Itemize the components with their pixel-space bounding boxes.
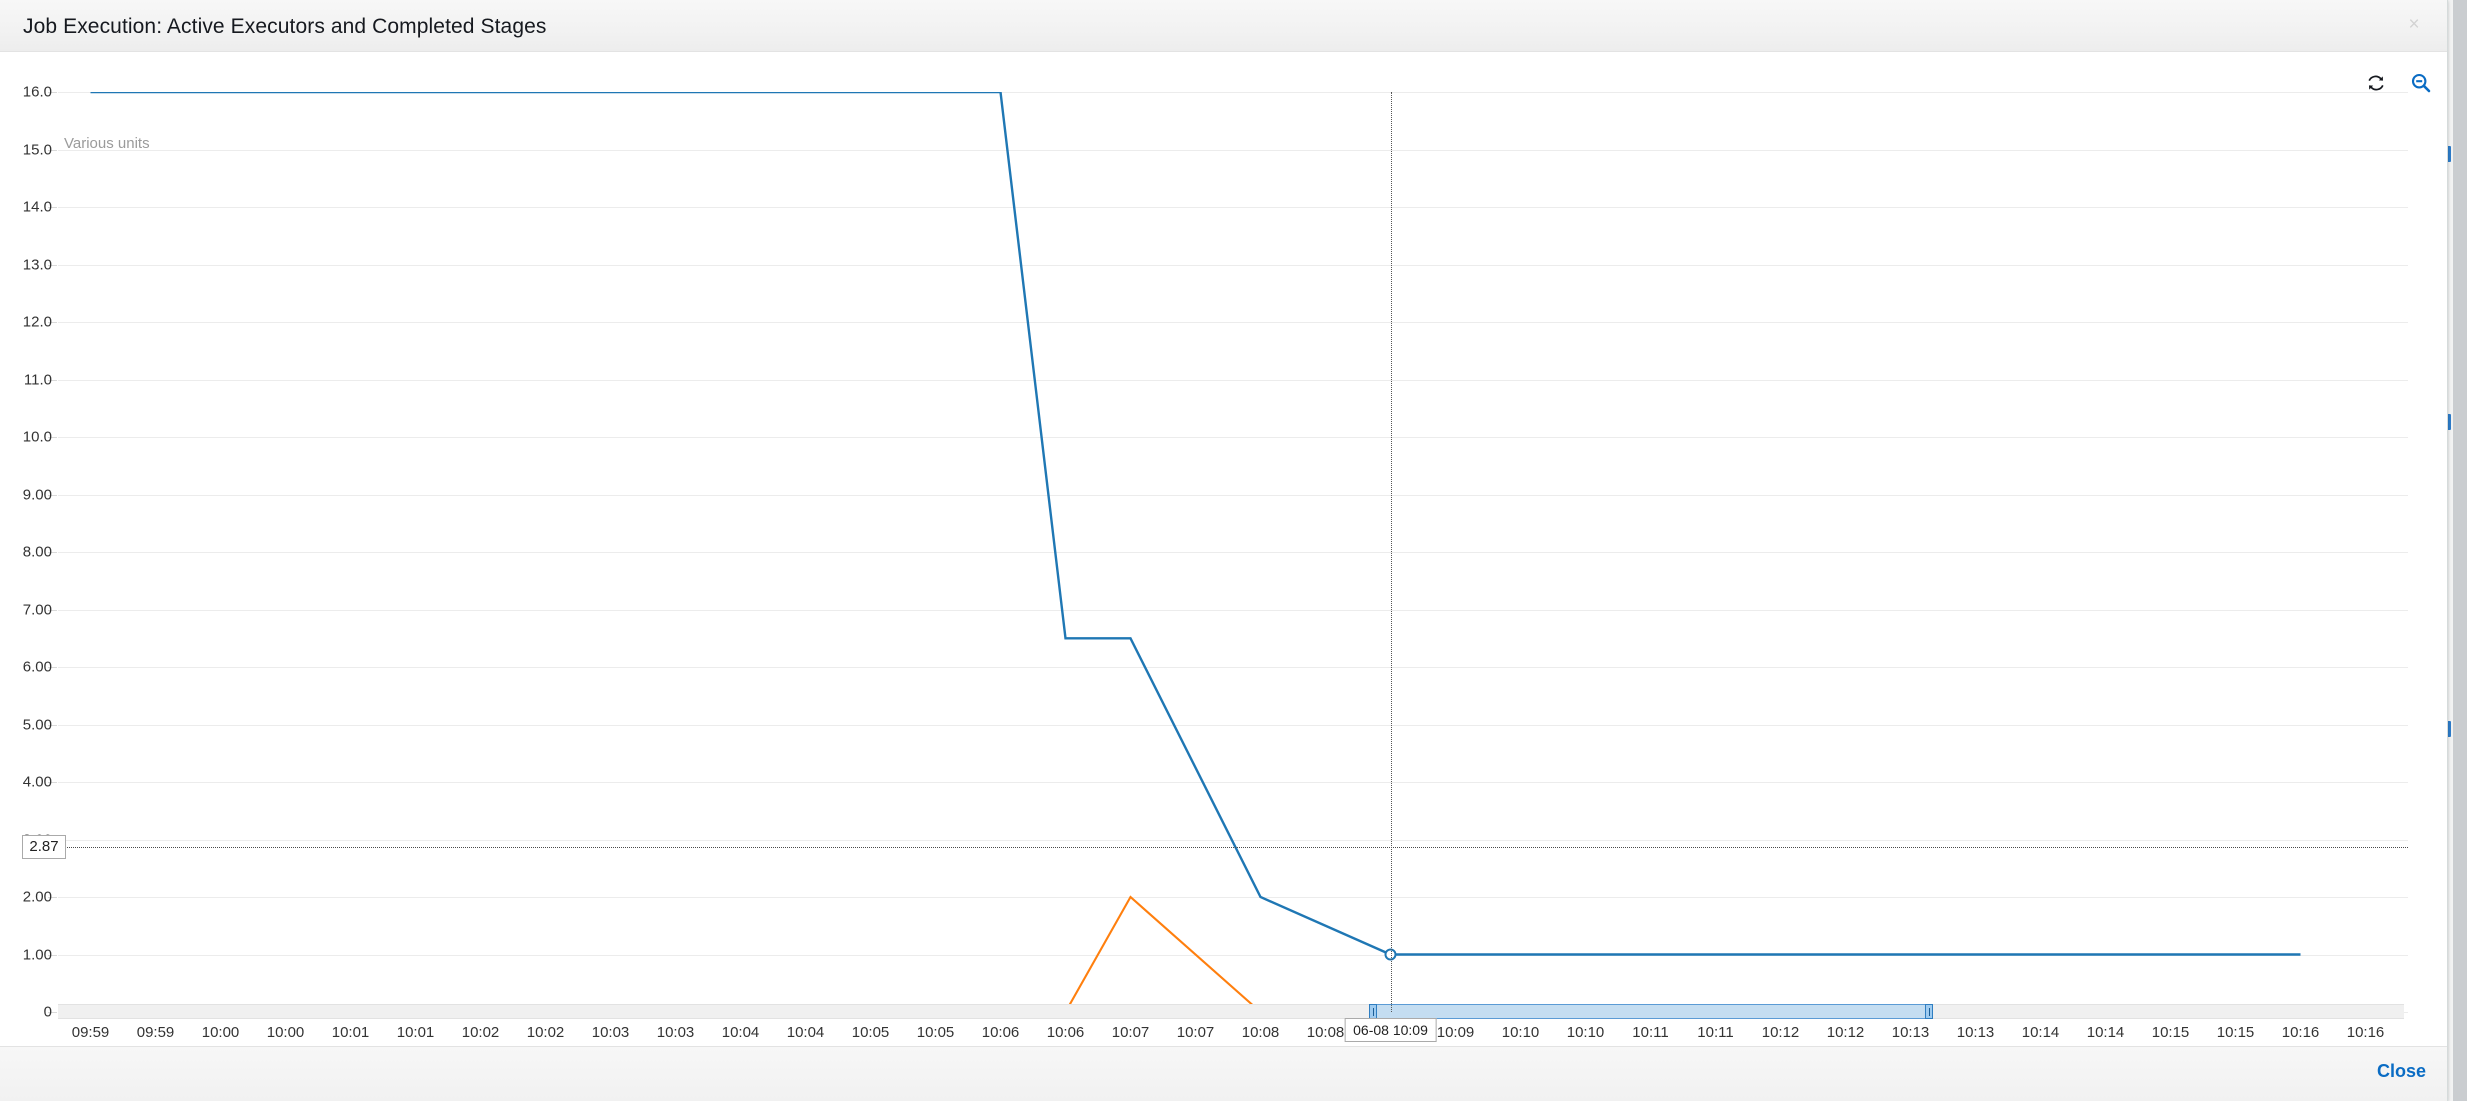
- x-tick-label: 10:15: [2151, 1024, 2190, 1041]
- x-tick-label: 10:12: [1761, 1024, 1800, 1041]
- x-tick-label: 10:08: [1306, 1024, 1345, 1041]
- y-tick-label: 7.00: [22, 601, 52, 618]
- x-tick-label: 10:16: [2281, 1024, 2320, 1041]
- x-tick-label: 10:06: [981, 1024, 1020, 1041]
- series-line-active-executors: [90, 92, 2301, 956]
- y-tick-label: 11.0: [23, 371, 52, 388]
- zoom-out-icon[interactable]: [2410, 72, 2432, 94]
- x-tick-label: 10:01: [331, 1024, 370, 1041]
- y-tick-label: 9.00: [22, 486, 52, 503]
- refresh-icon[interactable]: [2366, 73, 2386, 93]
- cursor-x-value-box: 06-08 10:09: [1344, 1018, 1437, 1042]
- x-tick-label: 09:59: [136, 1024, 175, 1041]
- y-tick-label: 1.00: [22, 946, 52, 963]
- x-tick-label: 10:00: [266, 1024, 305, 1041]
- y-tick-label: 14.0: [22, 198, 52, 216]
- series-layer: [90, 92, 2301, 1012]
- x-tick-label: 10:05: [851, 1024, 890, 1041]
- y-tick-label: 2.00: [22, 888, 52, 906]
- close-icon[interactable]: ×: [2401, 12, 2427, 38]
- cursor-y-value-box: 2.87: [22, 834, 66, 859]
- cursor-horizontal-line: [58, 846, 2408, 848]
- x-tick-label: 10:07: [1111, 1024, 1150, 1041]
- x-tick-label: 10:10: [1566, 1024, 1605, 1041]
- y-tick-label: 10.0: [22, 428, 52, 446]
- x-tick-label: 10:14: [2086, 1024, 2125, 1041]
- x-tick-label: 10:08: [1241, 1024, 1280, 1041]
- x-tick-label: 09:59: [71, 1024, 110, 1041]
- y-tick-label: 0: [43, 1003, 52, 1021]
- page-title: Job Execution: Active Executors and Comp…: [23, 15, 547, 38]
- chart-container: Various units 01.002.003.004.005.006.007…: [0, 52, 2447, 1046]
- x-tick-label: 10:14: [2021, 1024, 2060, 1041]
- chart-toolbar: [2366, 72, 2432, 94]
- x-tick-label: 10:01: [396, 1024, 435, 1041]
- x-tick-label: 10:16: [2346, 1024, 2385, 1041]
- x-tick-label: 10:11: [1632, 1024, 1669, 1041]
- x-tick-label: 10:02: [461, 1024, 500, 1041]
- y-tick-label: 5.00: [22, 716, 52, 733]
- x-tick-label: 10:11: [1697, 1024, 1734, 1041]
- x-tick-label: 10:03: [591, 1024, 630, 1041]
- cursor-vertical-line: [1390, 92, 1392, 1012]
- x-tick-label: 10:04: [721, 1024, 760, 1041]
- x-tick-label: 10:10: [1501, 1024, 1540, 1041]
- x-tick-label: 10:15: [2216, 1024, 2255, 1041]
- x-tick-label: 10:13: [1891, 1024, 1930, 1041]
- y-tick-label: 15.0: [22, 141, 52, 158]
- x-tick-label: 10:04: [786, 1024, 825, 1041]
- y-tick-label: 6.00: [22, 658, 52, 676]
- x-tick-label: 10:05: [916, 1024, 955, 1041]
- range-selector-track[interactable]: [58, 1004, 2404, 1019]
- chart-modal: Job Execution: Active Executors and Comp…: [0, 0, 2448, 1101]
- range-handle-right[interactable]: [1924, 1004, 1933, 1019]
- x-tick-label: 10:12: [1826, 1024, 1865, 1041]
- background-scroll-column: [2453, 0, 2467, 1101]
- x-tick-label: 10:02: [526, 1024, 565, 1041]
- range-selector-window[interactable]: [1368, 1004, 1933, 1019]
- x-tick-label: 10:07: [1176, 1024, 1215, 1041]
- modal-header: Job Execution: Active Executors and Comp…: [0, 0, 2447, 52]
- close-button[interactable]: Close: [2377, 1061, 2426, 1082]
- modal-footer: Close: [0, 1046, 2447, 1101]
- y-tick-label: 8.00: [22, 543, 52, 561]
- x-tick-label: 10:06: [1046, 1024, 1085, 1041]
- y-tick-label: 13.0: [22, 256, 52, 273]
- x-tick-label: 10:13: [1956, 1024, 1995, 1041]
- x-tick-label: 10:00: [201, 1024, 240, 1041]
- x-tick-label: 10:09: [1436, 1024, 1475, 1041]
- y-tick-label: 12.0: [22, 313, 52, 331]
- range-handle-left[interactable]: [1368, 1004, 1377, 1019]
- y-tick-label: 16.0: [22, 83, 52, 101]
- x-tick-label: 10:03: [656, 1024, 695, 1041]
- y-tick-label: 4.00: [22, 773, 52, 791]
- line-chart[interactable]: Various units 01.002.003.004.005.006.007…: [0, 52, 2447, 1046]
